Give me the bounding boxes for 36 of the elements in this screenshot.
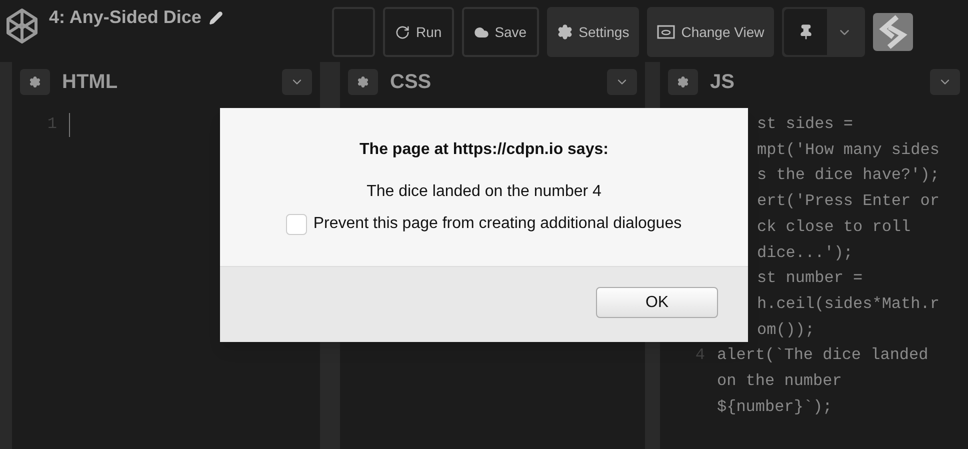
code-line: ${number}`); (717, 396, 832, 418)
panel-title: HTML (62, 70, 118, 95)
project-title[interactable]: 4: Any-Sided Dice (49, 4, 202, 31)
gear-icon[interactable] (20, 69, 50, 95)
panel-title: CSS (390, 70, 432, 95)
toolbar-button[interactable]: Settings (546, 7, 640, 57)
pin-split-button[interactable] (782, 7, 866, 57)
dialog-message: The dice landed on the number 4 (366, 182, 602, 202)
code-line: st number = (757, 268, 863, 290)
code-line: ert('Press Enter or (757, 191, 940, 212)
code-line: ck close to roll (757, 216, 911, 238)
dialog-title: The page at https://cdpn.io says: (360, 140, 608, 160)
code-line: on the number (717, 371, 842, 392)
toolbar-button[interactable]: Save (462, 7, 539, 57)
code-line: dice...'); (757, 242, 854, 264)
cloud-icon (474, 24, 489, 40)
cube-logo-icon (5, 7, 39, 45)
checkbox-label: Prevent this page from creating additional dialogues (313, 214, 682, 234)
gear-icon[interactable] (348, 69, 378, 95)
code-line: alert(`The dice landed (717, 345, 928, 366)
pin-icon (798, 24, 814, 40)
toolbar-button[interactable]: Change View (647, 7, 774, 57)
settings-icon (556, 24, 573, 40)
refresh-icon (395, 24, 410, 40)
code-line: s the dice have?'); (757, 165, 940, 186)
ok-button[interactable]: OK (596, 287, 718, 318)
code-line: st sides = (757, 114, 854, 135)
toolbar-button[interactable]: Run (383, 7, 454, 57)
code-line: mpt('How many sides (757, 140, 940, 161)
pencil-icon[interactable] (209, 10, 224, 24)
panel-title: JS (710, 70, 734, 95)
code-line: om()); (757, 320, 815, 341)
window-icon (657, 25, 676, 39)
checkbox[interactable] (286, 214, 308, 234)
gear-icon[interactable] (668, 69, 698, 95)
code-line: h.ceil(sides*Math.r (757, 294, 940, 315)
